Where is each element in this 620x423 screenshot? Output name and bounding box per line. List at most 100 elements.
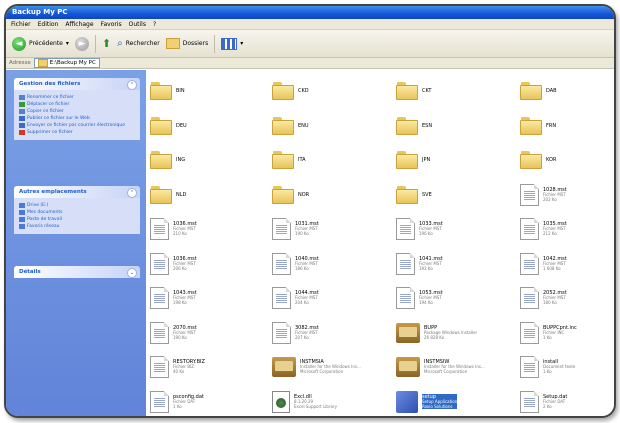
file-item[interactable]: Setup.dat Fichier DAT 2 Ko	[520, 387, 614, 417]
file-item[interactable]: 1053.mst Fichier MST 194 Ko	[396, 283, 506, 313]
file-item[interactable]: 1043.mst Fichier MST 198 Ko	[150, 283, 260, 313]
task-link[interactable]: Supprimer ce fichier	[19, 130, 135, 135]
file-item[interactable]: 3082.mst Fichier MST 207 Ko	[272, 318, 382, 348]
file-item[interactable]: 1033.mst Fichier MST 196 Ko	[396, 214, 506, 244]
forward-button[interactable]: ►	[74, 36, 89, 51]
explorer-window: Backup My PC Fichier Edition Affichage F…	[4, 4, 616, 418]
file-item[interactable]: 1042.mst Fichier MST 1 608 Ko	[520, 249, 614, 279]
task-link[interactable]: Drive (E:)	[19, 203, 135, 208]
file-item[interactable]: BUPP Package Windows Installer 26 828 Ko	[396, 318, 506, 348]
folder-item[interactable]: DEU	[150, 111, 260, 141]
folder-item[interactable]: ING	[150, 145, 260, 175]
file-item[interactable]: install Document texte 1 Ko	[520, 352, 614, 382]
task-label: Publier ce fichier sur le Web	[27, 115, 90, 121]
folder-item[interactable]: NOR	[272, 180, 382, 210]
task-link[interactable]: Copier ce fichier	[19, 109, 135, 114]
expand-icon[interactable]: ⌄	[127, 268, 137, 278]
item-text: RESTORY.BIZ Fichier BIZ 40 Ko	[173, 359, 205, 375]
task-link[interactable]: Publier ce fichier sur le Web	[19, 115, 135, 121]
menu-view[interactable]: Affichage	[65, 19, 93, 29]
folder-item[interactable]: BIN	[150, 76, 260, 106]
panel-title[interactable]: Gestion des fichiers ⌃	[14, 78, 140, 90]
file-item[interactable]: setup Setup Application Roxio Solutions	[396, 387, 506, 417]
toolbar: ◄ Précédente ▾ ► ⬆ ⌕ Rechercher Dossiers…	[6, 30, 614, 58]
address-field[interactable]: E:\Backup My PC	[33, 58, 100, 68]
item-size: Roxio Solutions	[422, 403, 453, 409]
task-link[interactable]: Envoyer ce fichier par courrier électron…	[19, 122, 135, 128]
menu-favorites[interactable]: Favoris	[101, 19, 122, 29]
search-button[interactable]: ⌕ Rechercher	[117, 38, 160, 49]
task-link[interactable]: Mes documents	[19, 210, 135, 215]
item-text: SVE	[422, 192, 432, 198]
collapse-icon[interactable]: ⌃	[127, 80, 137, 90]
folder-item[interactable]: JPN	[396, 145, 506, 175]
item-size: 40 Ko	[173, 369, 185, 374]
views-icon	[221, 37, 238, 50]
folder-item[interactable]: CKT	[396, 76, 506, 106]
menu-tools[interactable]: Outils	[129, 19, 146, 29]
item-text: INSTMSIW Installer for the Windows Ins...…	[424, 359, 485, 375]
file-item[interactable]: 2052.mst Fichier MST 180 Ko	[520, 283, 614, 313]
folder-item[interactable]: ENU	[272, 111, 382, 141]
folders-button[interactable]: Dossiers	[165, 38, 208, 49]
up-folder-button[interactable]: ⬆	[102, 37, 111, 50]
back-button[interactable]: ◄ Précédente ▾	[12, 36, 69, 51]
file-item[interactable]: INSTMSIW Installer for the Windows Ins...…	[396, 352, 506, 382]
menu-help[interactable]: ?	[153, 19, 156, 29]
item-size: 194 Ko	[419, 300, 433, 305]
task-link[interactable]: Déplacer ce fichier	[19, 101, 135, 107]
task-link[interactable]: Poste de travail	[19, 217, 135, 222]
file-item[interactable]: 1036.mst Fichier MST 206 Ko	[150, 249, 260, 279]
item-text: 1036.mst Fichier MST 206 Ko	[173, 256, 197, 272]
task-label: Déplacer ce fichier	[27, 101, 70, 107]
chevron-down-icon: ▾	[65, 40, 69, 47]
item-name: KOR	[546, 157, 557, 163]
collapse-icon[interactable]: ⌃	[127, 188, 137, 198]
task-link[interactable]: Favoris réseau	[19, 224, 135, 229]
item-name: CKT	[422, 88, 432, 94]
folder-item[interactable]: ESN	[396, 111, 506, 141]
file-item[interactable]: psconfig.dat Fichier DAT 1 Ko	[150, 387, 260, 417]
file-item[interactable]: 1044.mst Fichier MST 204 Ko	[272, 283, 382, 313]
item-text: NLD	[176, 192, 186, 198]
file-item[interactable]: 1041.mst Fichier MST 192 Ko	[396, 249, 506, 279]
task-label: Renommer ce fichier	[27, 94, 74, 100]
panel-title[interactable]: Autres emplacements ⌃	[14, 186, 140, 198]
item-text: CKD	[298, 88, 309, 94]
item-name: BIN	[176, 88, 185, 94]
item-name: ING	[176, 157, 186, 163]
folder-item[interactable]: SVE	[396, 180, 506, 210]
item-size: 210 Ko	[173, 231, 187, 236]
file-item[interactable]: 2070.mst Fichier MST 190 Ko	[150, 318, 260, 348]
folder-item[interactable]: KOR	[520, 145, 614, 175]
folder-item[interactable]: FRN	[520, 111, 614, 141]
file-item[interactable]: 1036.mst Fichier MST 210 Ko	[150, 214, 260, 244]
file-item[interactable]: 1035.mst Fichier MST 212 Ko	[520, 214, 614, 244]
file-item[interactable]: Excl.dll 8.1.20.29 Excel Support Library	[272, 387, 382, 417]
file-item[interactable]: 1031.mst Fichier MST 190 Ko	[272, 214, 382, 244]
file-item[interactable]: BUPPCpnt.inc Fichier INC 1 Ko	[520, 318, 614, 348]
file-item[interactable]: 1028.mst Fichier MST 202 Ko	[520, 180, 614, 210]
folder-item[interactable]: ITA	[272, 145, 382, 175]
task-link[interactable]: Renommer ce fichier	[19, 94, 135, 100]
item-text: 1035.mst Fichier MST 212 Ko	[543, 221, 567, 237]
file-item[interactable]: RESTORY.BIZ Fichier BIZ 40 Ko	[150, 352, 260, 382]
views-button[interactable]: ▾	[221, 37, 243, 50]
folder-item[interactable]: NLD	[150, 180, 260, 210]
panel-title[interactable]: Détails ⌄	[14, 266, 140, 278]
folder-item[interactable]: DAB	[520, 76, 614, 106]
item-text: 1036.mst Fichier MST 210 Ko	[173, 221, 197, 237]
document-file-icon	[396, 252, 415, 275]
file-item[interactable]: 1040.mst Fichier MST 186 Ko	[272, 249, 382, 279]
file-item[interactable]: INSTMSIA Installer for the Windows Ins...…	[272, 352, 382, 382]
task-label: Envoyer ce fichier par courrier électron…	[27, 122, 125, 128]
folder-icon	[520, 82, 542, 100]
folder-item[interactable]: CKD	[272, 76, 382, 106]
menu-edit[interactable]: Edition	[38, 19, 59, 29]
item-text: ENU	[298, 123, 309, 129]
item-size: Excel Support Library	[294, 403, 337, 409]
task-icon	[19, 116, 25, 121]
item-size: 204 Ko	[295, 300, 309, 305]
menu-file[interactable]: Fichier	[11, 19, 31, 29]
folder-icon	[396, 116, 418, 135]
